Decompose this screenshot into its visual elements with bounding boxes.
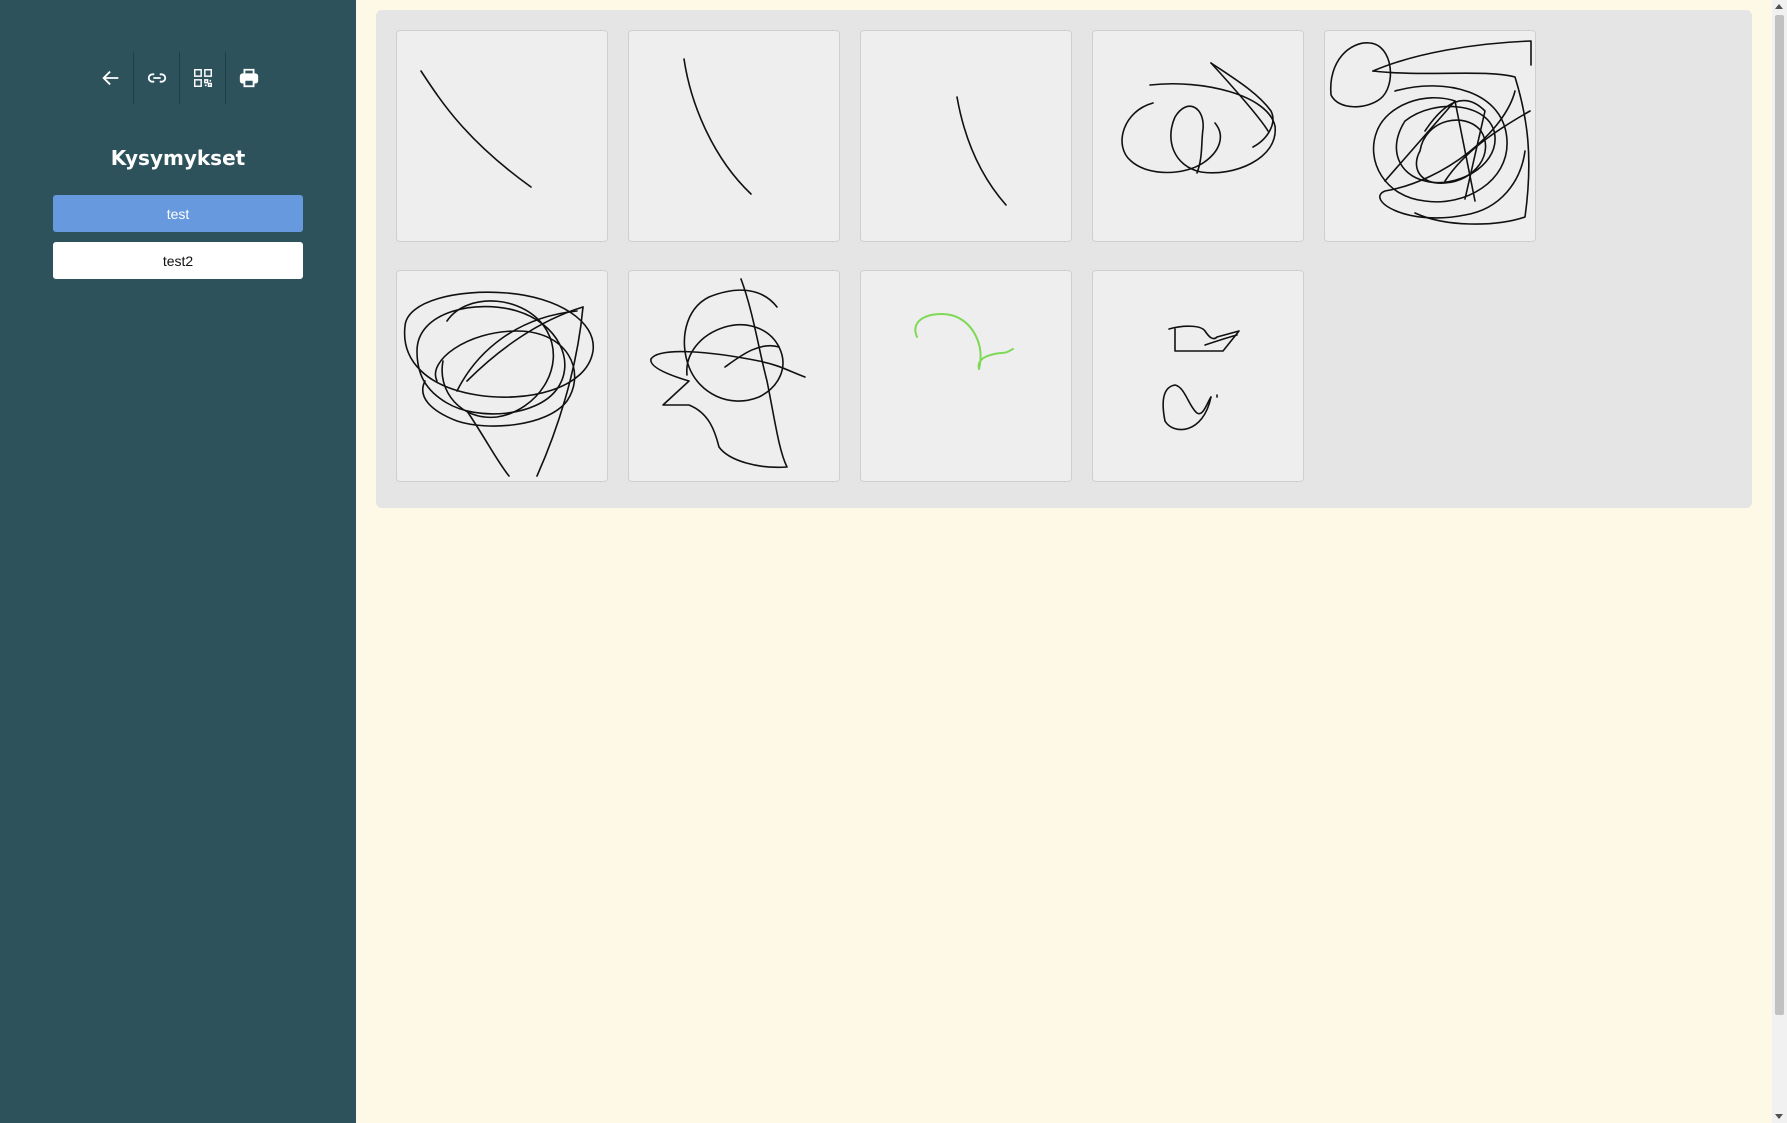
drawing-image [914,313,1014,370]
print-button[interactable] [225,52,271,104]
printer-icon [239,68,258,88]
qr-code-button[interactable] [179,52,225,104]
drawing-card[interactable] [396,30,608,242]
scroll-thumb[interactable] [1775,15,1784,1015]
qr-code-icon [193,69,212,87]
drawing-image [956,96,1007,206]
drawing-card[interactable] [628,270,840,482]
drawings-panel [376,10,1752,508]
sidebar: Kysymykset test test2 [0,0,356,1123]
arrow-left-icon [101,70,118,86]
question-button-test[interactable]: test [53,195,303,232]
drawing-image [403,291,594,477]
scroll-down-icon[interactable] [1775,1114,1783,1119]
drawing-image [683,58,752,195]
drawing-card[interactable] [1092,30,1304,242]
drawing-card[interactable] [860,30,1072,242]
drawing-card[interactable] [860,270,1072,482]
drawing-image [1330,40,1532,225]
page-scrollbar[interactable] [1772,0,1787,1123]
scroll-up-icon[interactable] [1775,4,1783,9]
copy-link-button[interactable] [133,52,179,104]
drawing-card[interactable] [1092,270,1304,482]
drawing-image [650,278,806,469]
sidebar-toolbar [88,52,271,104]
drawing-image [1121,62,1276,174]
drawing-image [420,70,532,188]
drawing-card[interactable] [396,270,608,482]
link-icon [147,73,166,83]
question-button-test2[interactable]: test2 [53,242,303,279]
drawing-card[interactable] [1324,30,1536,242]
drawing-image [1162,325,1240,431]
questions-title: Kysymykset [110,146,246,170]
back-button[interactable] [88,52,133,104]
drawing-card[interactable] [628,30,840,242]
